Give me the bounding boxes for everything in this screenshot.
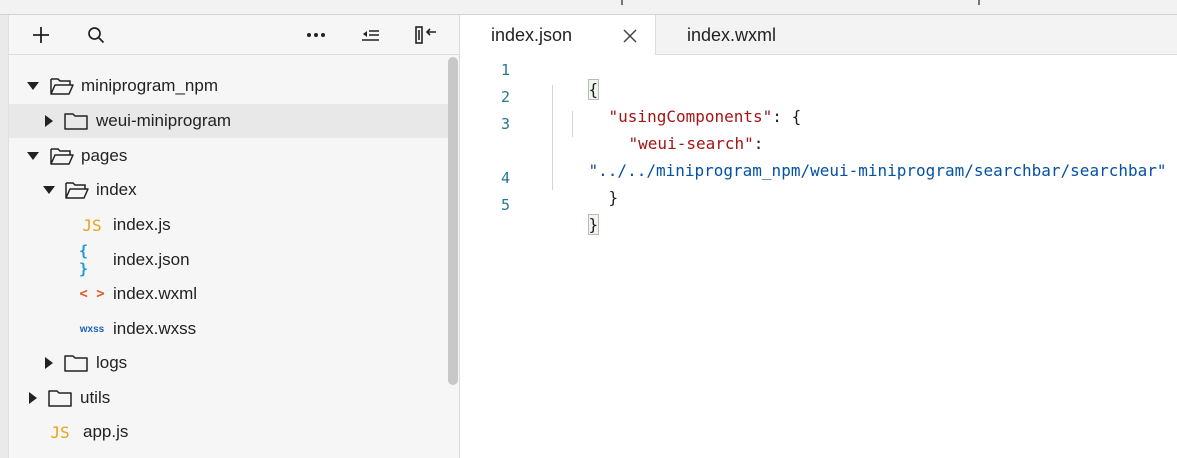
tree-item-label: index [96, 180, 137, 199]
tree-item-pages[interactable]: pages [9, 139, 449, 173]
folder-open-icon [64, 180, 90, 200]
js-file-icon: JS [50, 422, 70, 442]
tree-item-index-js[interactable]: JS index.js [9, 208, 449, 242]
tree-item-label: index.json [113, 250, 190, 269]
code-punctuation: } [608, 188, 619, 207]
collapsed-arrow-icon[interactable] [43, 115, 55, 127]
folder-icon [63, 353, 89, 373]
json-file-icon: { } [79, 242, 89, 278]
tab-label: index.json [491, 25, 573, 45]
code-editor[interactable]: 1 2 3 4 5 { "usingComponents": { "weui-s… [460, 55, 1177, 458]
line-number: 1 [500, 61, 510, 79]
top-strip-mark [978, 0, 980, 5]
more-icon [307, 33, 325, 37]
json-string-value: "../../miniprogram_npm/weui-miniprogram/… [588, 161, 1167, 180]
code-line-3-wrapped: "../../miniprogram_npm/weui-miniprogram/… [550, 142, 1167, 199]
file-tree: miniprogram_npm weui-miniprogram pages i… [9, 55, 449, 458]
tab-index-wxml[interactable]: index.wxml [656, 15, 826, 55]
tree-item-weui-miniprogram[interactable]: weui-miniprogram [9, 104, 449, 138]
wxml-file-icon: < > [79, 286, 105, 302]
collapse-all-button[interactable] [358, 22, 384, 48]
tree-item-label: index.wxss [113, 319, 197, 338]
folder-icon [63, 111, 89, 131]
collapse-all-icon [362, 30, 379, 41]
tree-item-index-folder[interactable]: index [9, 173, 449, 207]
toggle-sidebar-button[interactable] [413, 22, 439, 48]
line-number: 2 [500, 88, 510, 106]
toggle-sidebar-icon [415, 26, 436, 44]
plus-icon [33, 27, 49, 43]
close-icon[interactable] [622, 28, 638, 44]
tree-item-label: logs [96, 353, 128, 372]
tree-item-label: miniprogram_npm [81, 76, 218, 95]
window-top-strip [0, 0, 1177, 15]
folder-open-icon [49, 146, 75, 166]
tree-item-label: index.js [113, 215, 171, 234]
matching-brace: } [587, 214, 600, 235]
tree-item-label: app.js [83, 422, 129, 441]
line-number: 4 [500, 169, 510, 187]
tree-item-app-js[interactable]: JS app.js [9, 415, 449, 449]
tab-index-json[interactable]: index.json [460, 15, 656, 56]
sidebar-edge [0, 15, 9, 458]
editor-tabs: index.json index.wxml [460, 15, 1177, 56]
explorer-sidebar: miniprogram_npm weui-miniprogram pages i… [0, 15, 460, 458]
expanded-arrow-icon[interactable] [27, 150, 39, 162]
tree-item-utils[interactable]: utils [9, 381, 449, 415]
tree-item-index-wxss[interactable]: wxss index.wxss [9, 312, 449, 346]
sidebar-scrollbar-thumb[interactable] [448, 57, 458, 385]
line-number: 3 [500, 115, 510, 133]
folder-icon [47, 388, 73, 408]
collapsed-arrow-icon[interactable] [27, 392, 39, 404]
tree-item-logs[interactable]: logs [9, 346, 449, 380]
search-icon [88, 27, 105, 44]
expanded-arrow-icon[interactable] [27, 80, 39, 92]
top-strip-mark [621, 0, 623, 5]
tree-item-label: utils [80, 388, 111, 407]
tree-item-label: index.wxml [113, 284, 198, 303]
tree-item-label: pages [81, 146, 128, 165]
explorer-toolbar [9, 15, 459, 55]
tree-item-index-json[interactable]: { } index.json [9, 242, 449, 278]
folder-open-icon [49, 76, 75, 96]
wxss-file-icon: wxss [79, 323, 105, 335]
search-button[interactable] [83, 22, 109, 48]
more-button[interactable] [303, 22, 329, 48]
code-punctuation: : { [772, 107, 802, 126]
expanded-arrow-icon[interactable] [43, 184, 55, 196]
add-button[interactable] [28, 22, 54, 48]
tree-item-label: weui-miniprogram [96, 111, 232, 130]
code-line-5: } [550, 196, 600, 253]
line-number: 5 [500, 196, 510, 214]
tree-item-index-wxml[interactable]: < > index.wxml [9, 277, 449, 311]
tree-item-miniprogram-npm[interactable]: miniprogram_npm [9, 69, 449, 103]
js-file-icon: JS [82, 215, 102, 235]
collapsed-arrow-icon[interactable] [43, 357, 55, 369]
tab-label: index.wxml [687, 24, 777, 45]
